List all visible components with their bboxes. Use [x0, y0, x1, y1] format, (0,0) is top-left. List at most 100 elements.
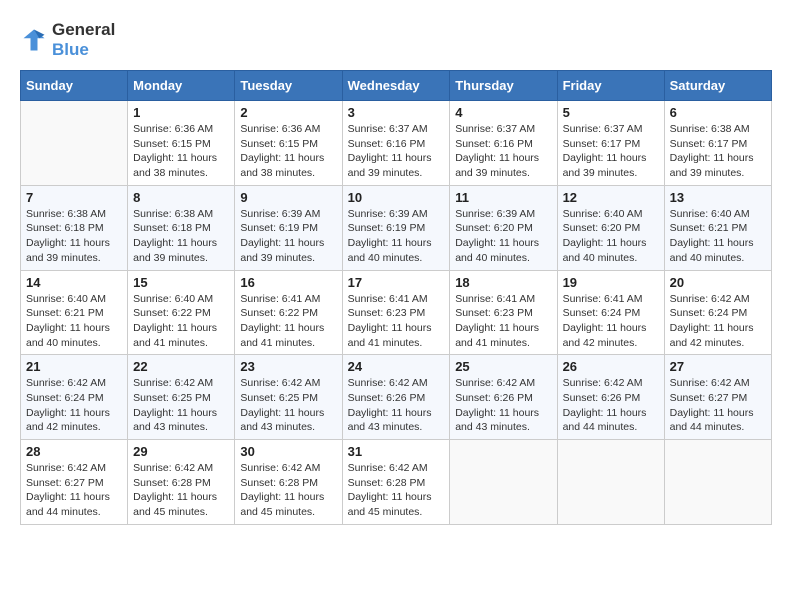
cell-info: Sunrise: 6:36 AM — [133, 122, 229, 137]
cell-info: Sunset: 6:17 PM — [563, 137, 659, 152]
calendar-cell: 4Sunrise: 6:37 AMSunset: 6:16 PMDaylight… — [450, 101, 557, 186]
cell-info: and 43 minutes. — [348, 420, 445, 435]
day-number: 25 — [455, 359, 551, 374]
cell-info: Sunrise: 6:40 AM — [26, 292, 122, 307]
calendar-cell: 21Sunrise: 6:42 AMSunset: 6:24 PMDayligh… — [21, 355, 128, 440]
day-number: 26 — [563, 359, 659, 374]
cell-info: Daylight: 11 hours — [563, 236, 659, 251]
cell-info: Sunset: 6:15 PM — [240, 137, 336, 152]
cell-info: Daylight: 11 hours — [240, 406, 336, 421]
cell-info: and 39 minutes. — [455, 166, 551, 181]
cell-info: Sunset: 6:26 PM — [563, 391, 659, 406]
cell-info: and 44 minutes. — [670, 420, 766, 435]
cell-info: Sunrise: 6:41 AM — [348, 292, 445, 307]
day-number: 30 — [240, 444, 336, 459]
cell-info: Sunset: 6:26 PM — [455, 391, 551, 406]
cell-info: Daylight: 11 hours — [133, 236, 229, 251]
weekday-header: Sunday — [21, 71, 128, 101]
cell-info: Sunrise: 6:40 AM — [563, 207, 659, 222]
cell-info: Sunset: 6:24 PM — [563, 306, 659, 321]
day-number: 1 — [133, 105, 229, 120]
cell-info: Daylight: 11 hours — [563, 151, 659, 166]
cell-info: Daylight: 11 hours — [133, 490, 229, 505]
day-number: 6 — [670, 105, 766, 120]
cell-info: Daylight: 11 hours — [133, 406, 229, 421]
cell-info: Sunset: 6:25 PM — [133, 391, 229, 406]
cell-info: Daylight: 11 hours — [670, 151, 766, 166]
cell-info: and 40 minutes. — [348, 251, 445, 266]
cell-info: and 43 minutes. — [240, 420, 336, 435]
cell-info: Sunrise: 6:37 AM — [455, 122, 551, 137]
cell-info: Daylight: 11 hours — [240, 151, 336, 166]
cell-info: Sunset: 6:16 PM — [455, 137, 551, 152]
calendar-cell: 30 Sunrise: 6:42 AMSunset: 6:28 PMDayligh… — [235, 440, 342, 525]
weekday-header: Friday — [557, 71, 664, 101]
logo-icon — [20, 26, 48, 54]
page-header: General Blue — [20, 20, 772, 60]
cell-info: Sunrise: 6:42 AM — [240, 376, 336, 391]
day-number: 19 — [563, 275, 659, 290]
cell-info: Sunrise: 6:36 AM — [240, 122, 336, 137]
day-number: 31 — [348, 444, 445, 459]
weekday-header: Tuesday — [235, 71, 342, 101]
cell-info: Sunset: 6:18 PM — [133, 221, 229, 236]
calendar-cell: 5Sunrise: 6:37 AMSunset: 6:17 PMDaylight… — [557, 101, 664, 186]
day-number: 7 — [26, 190, 122, 205]
calendar-cell: 27Sunrise: 6:42 AMSunset: 6:27 PMDayligh… — [664, 355, 771, 440]
cell-info: Sunrise: 6:42 AM — [670, 376, 766, 391]
cell-info: Sunrise: 6:41 AM — [455, 292, 551, 307]
logo-text: General Blue — [52, 20, 115, 60]
day-number: 15 — [133, 275, 229, 290]
calendar-cell: 12Sunrise: 6:40 AMSunset: 6:20 PMDayligh… — [557, 185, 664, 270]
cell-info: Sunset: 6:17 PM — [670, 137, 766, 152]
cell-info: and 38 minutes. — [240, 166, 336, 181]
day-number: 3 — [348, 105, 445, 120]
cell-info: Sunset: 6:28 PM — [240, 476, 336, 491]
day-number: 12 — [563, 190, 659, 205]
calendar-cell: 26Sunrise: 6:42 AMSunset: 6:26 PMDayligh… — [557, 355, 664, 440]
day-number: 13 — [670, 190, 766, 205]
cell-info: Daylight: 11 hours — [348, 406, 445, 421]
cell-info: Sunset: 6:21 PM — [26, 306, 122, 321]
cell-info: Daylight: 11 hours — [240, 321, 336, 336]
cell-info: Sunset: 6:20 PM — [455, 221, 551, 236]
cell-info: and 43 minutes. — [133, 420, 229, 435]
cell-info: Daylight: 11 hours — [455, 321, 551, 336]
cell-info: and 44 minutes. — [26, 505, 122, 520]
cell-info: Daylight: 11 hours — [240, 236, 336, 251]
cell-info: Daylight: 11 hours — [455, 236, 551, 251]
cell-info: and 40 minutes. — [26, 336, 122, 351]
cell-info: Sunrise: 6:41 AM — [240, 292, 336, 307]
calendar-cell: 10Sunrise: 6:39 AMSunset: 6:19 PMDayligh… — [342, 185, 450, 270]
calendar-week-row: 1Sunrise: 6:36 AMSunset: 6:15 PMDaylight… — [21, 101, 772, 186]
calendar-table: SundayMondayTuesdayWednesdayThursdayFrid… — [20, 70, 772, 525]
logo: General Blue — [20, 20, 115, 60]
cell-info: and 44 minutes. — [563, 420, 659, 435]
day-number: 28 — [26, 444, 122, 459]
cell-info: Sunrise: 6:42 AM — [348, 376, 445, 391]
calendar-cell: 25Sunrise: 6:42 AMSunset: 6:26 PMDayligh… — [450, 355, 557, 440]
cell-info: and 39 minutes. — [133, 251, 229, 266]
cell-info: Sunrise: 6:38 AM — [26, 207, 122, 222]
cell-info: Sunrise: 6:42 AM — [563, 376, 659, 391]
cell-info: Sunset: 6:19 PM — [348, 221, 445, 236]
calendar-cell: 2 Sunrise: 6:36 AMSunset: 6:15 PMDaylight… — [235, 101, 342, 186]
calendar-cell: 18Sunrise: 6:41 AMSunset: 6:23 PMDayligh… — [450, 270, 557, 355]
cell-info: and 43 minutes. — [455, 420, 551, 435]
weekday-header: Wednesday — [342, 71, 450, 101]
cell-info: and 42 minutes. — [670, 336, 766, 351]
cell-info: Daylight: 11 hours — [240, 490, 336, 505]
cell-info: and 42 minutes. — [26, 420, 122, 435]
day-number: 29 — [133, 444, 229, 459]
cell-info: Sunrise: 6:42 AM — [240, 461, 336, 476]
day-number: 2 — [240, 105, 336, 120]
weekday-header-row: SundayMondayTuesdayWednesdayThursdayFrid… — [21, 71, 772, 101]
day-number: 4 — [455, 105, 551, 120]
cell-info: Daylight: 11 hours — [455, 406, 551, 421]
calendar-cell: 20Sunrise: 6:42 AMSunset: 6:24 PMDayligh… — [664, 270, 771, 355]
cell-info: Daylight: 11 hours — [348, 490, 445, 505]
cell-info: and 39 minutes. — [26, 251, 122, 266]
cell-info: and 41 minutes. — [133, 336, 229, 351]
cell-info: Sunrise: 6:38 AM — [133, 207, 229, 222]
day-number: 22 — [133, 359, 229, 374]
